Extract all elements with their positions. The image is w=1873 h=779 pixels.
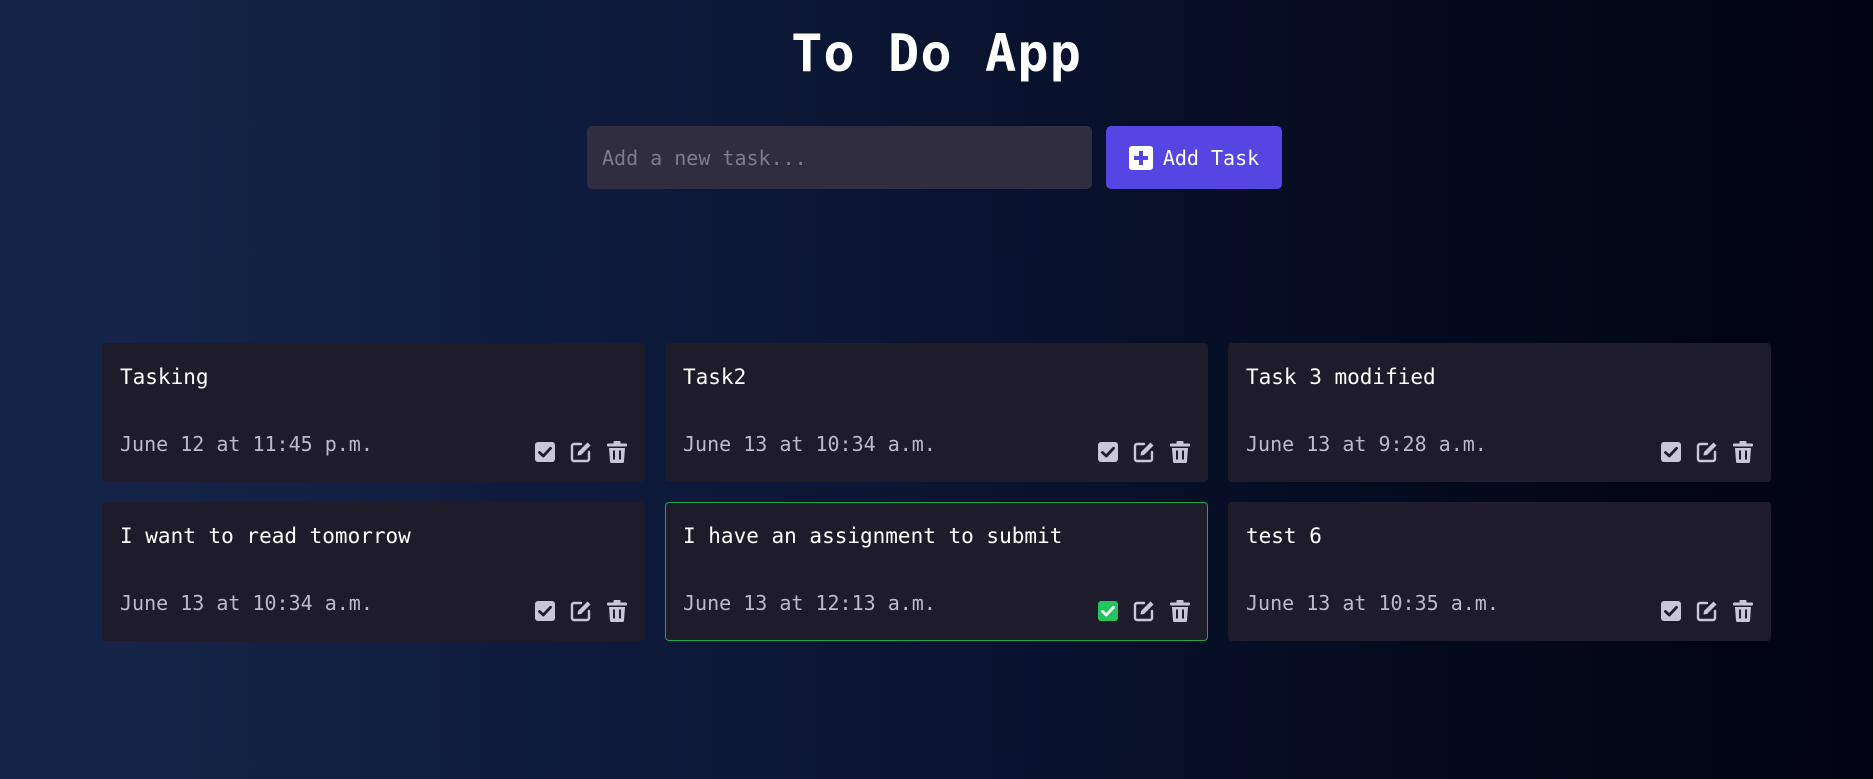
page-title: To Do App <box>791 24 1082 84</box>
task-title: test 6 <box>1246 524 1322 548</box>
task-card: I want to read tomorrow June 13 at 10:34… <box>102 502 645 641</box>
complete-checkbox-icon[interactable] <box>534 600 556 622</box>
task-actions <box>534 600 628 622</box>
complete-checkbox-icon[interactable] <box>534 441 556 463</box>
task-date: June 12 at 11:45 p.m. <box>120 432 373 456</box>
plus-square-icon <box>1128 145 1153 170</box>
complete-checkbox-icon[interactable] <box>1097 600 1119 622</box>
edit-icon[interactable] <box>1133 441 1155 463</box>
edit-icon[interactable] <box>570 600 592 622</box>
trash-icon[interactable] <box>606 441 628 463</box>
task-actions <box>534 441 628 463</box>
edit-icon[interactable] <box>1696 600 1718 622</box>
trash-icon[interactable] <box>1732 441 1754 463</box>
task-date: June 13 at 10:35 a.m. <box>1246 591 1499 615</box>
task-grid: Tasking June 12 at 11:45 p.m. Task2 June… <box>102 343 1771 641</box>
task-card: test 6 June 13 at 10:35 a.m. <box>1228 502 1771 641</box>
edit-icon[interactable] <box>1696 441 1718 463</box>
trash-icon[interactable] <box>606 600 628 622</box>
task-card: Task2 June 13 at 10:34 a.m. <box>665 343 1208 482</box>
task-card: I have an assignment to submit June 13 a… <box>665 502 1208 641</box>
trash-icon[interactable] <box>1169 600 1191 622</box>
task-date: June 13 at 12:13 a.m. <box>683 591 936 615</box>
complete-checkbox-icon[interactable] <box>1660 600 1682 622</box>
complete-checkbox-icon[interactable] <box>1097 441 1119 463</box>
trash-icon[interactable] <box>1169 441 1191 463</box>
trash-icon[interactable] <box>1732 600 1754 622</box>
task-title: I want to read tomorrow <box>120 524 411 548</box>
add-task-form: Add Task <box>587 126 1283 189</box>
task-actions <box>1097 600 1191 622</box>
task-actions <box>1660 600 1754 622</box>
task-date: June 13 at 9:28 a.m. <box>1246 432 1487 456</box>
task-title: Task 3 modified <box>1246 365 1436 389</box>
task-title: I have an assignment to submit <box>683 524 1063 548</box>
complete-checkbox-icon[interactable] <box>1660 441 1682 463</box>
new-task-input[interactable] <box>587 126 1092 189</box>
add-task-button-label: Add Task <box>1162 145 1260 170</box>
task-actions <box>1660 441 1754 463</box>
task-title: Tasking <box>120 365 209 389</box>
edit-icon[interactable] <box>1133 600 1155 622</box>
task-actions <box>1097 441 1191 463</box>
edit-icon[interactable] <box>570 441 592 463</box>
task-card: Tasking June 12 at 11:45 p.m. <box>102 343 645 482</box>
task-date: June 13 at 10:34 a.m. <box>120 591 373 615</box>
task-card: Task 3 modified June 13 at 9:28 a.m. <box>1228 343 1771 482</box>
add-task-button[interactable]: Add Task <box>1106 126 1282 189</box>
task-title: Task2 <box>683 365 747 389</box>
task-date: June 13 at 10:34 a.m. <box>683 432 936 456</box>
